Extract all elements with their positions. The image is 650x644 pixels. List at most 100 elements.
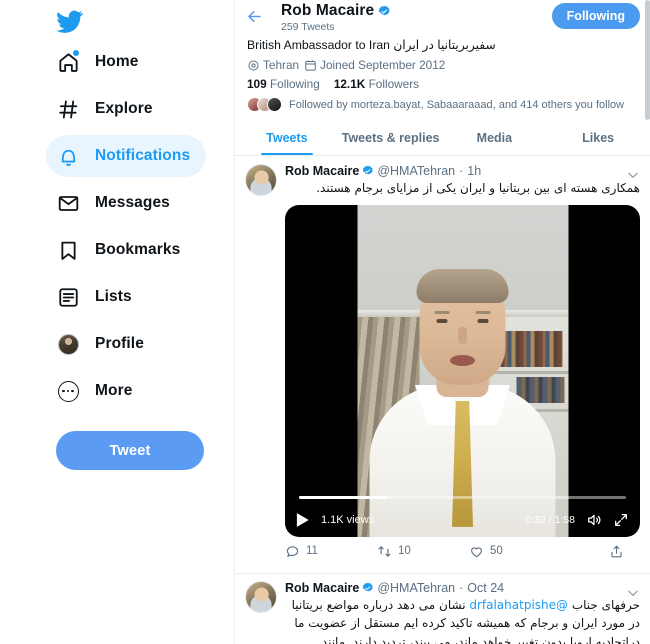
profile-header: Rob Macaire 259 Tweets Following <box>235 0 650 33</box>
sidebar-item-notifications[interactable]: Notifications <box>46 135 207 177</box>
video-frame <box>357 204 568 537</box>
tweet-body: Rob Macaire @HMATehran · Oct 24 حرفهای ج… <box>285 581 640 644</box>
reply-count: 11 <box>306 545 318 558</box>
home-icon <box>56 50 80 74</box>
main-column: Rob Macaire 259 Tweets Following British… <box>234 0 650 644</box>
followers-count: 12.1K <box>333 77 366 92</box>
bell-icon <box>56 144 80 168</box>
tweet-video-player[interactable]: 1.1K views 0:32 / 1:58 <box>285 204 640 537</box>
sidebar-item-explore[interactable]: Explore <box>46 88 169 130</box>
sidebar-item-label: Notifications <box>95 147 191 164</box>
tweet-header: Rob Macaire @HMATehran · 1h <box>285 164 640 178</box>
scrollbar-thumb[interactable] <box>645 0 650 120</box>
profile-joined: Joined September 2012 <box>304 58 445 72</box>
sidebar: Home Explore Notifications Messages Book… <box>0 0 234 644</box>
tweet-author-handle[interactable]: @HMATehran <box>377 581 455 595</box>
profile-tabs: Tweets Tweets & replies Media Likes <box>235 121 650 157</box>
sidebar-item-home[interactable]: Home <box>46 41 154 83</box>
tweet-body: Rob Macaire @HMATehran · 1h همکاری هسته … <box>285 164 640 567</box>
sidebar-nav: Home Explore Notifications Messages Book… <box>0 41 234 417</box>
sidebar-item-lists[interactable]: Lists <box>46 276 148 318</box>
video-timestamp: 0:32 / 1:58 <box>525 513 575 526</box>
sidebar-item-messages[interactable]: Messages <box>46 182 186 224</box>
following-stat[interactable]: 109 Following <box>247 77 320 91</box>
tweet-timestamp[interactable]: Oct 24 <box>467 581 504 595</box>
like-action[interactable]: 50 <box>469 544 561 559</box>
retweet-icon <box>378 546 391 557</box>
reply-action[interactable]: 11 <box>285 544 377 559</box>
followed-by-row[interactable]: Followed by morteza.bayat, Sabaaaraaad, … <box>247 97 638 113</box>
share-icon <box>611 545 622 558</box>
tweet-item[interactable]: Rob Macaire @HMATehran · 1h همکاری هسته … <box>235 156 650 567</box>
hashtag-icon <box>56 97 80 121</box>
sidebar-item-bookmarks[interactable]: Bookmarks <box>46 229 196 271</box>
sidebar-item-label: Explore <box>95 100 153 117</box>
list-icon <box>56 285 80 309</box>
followed-by-avatars <box>247 97 282 113</box>
tweet-button[interactable]: Tweet <box>56 431 204 470</box>
home-badge-dot <box>73 50 79 56</box>
tweet-actions: 11 10 50 <box>285 544 640 567</box>
tweet-author-name[interactable]: Rob Macaire <box>285 581 359 595</box>
joined-label: Joined September 2012 <box>320 58 446 73</box>
tab-tweets-replies[interactable]: Tweets & replies <box>339 121 443 155</box>
volume-icon[interactable] <box>586 512 602 528</box>
tweet-header: Rob Macaire @HMATehran · Oct 24 <box>285 581 640 595</box>
tab-media[interactable]: Media <box>443 121 547 155</box>
verified-badge-icon <box>379 5 390 16</box>
sidebar-item-label: Bookmarks <box>95 241 181 258</box>
back-arrow-icon[interactable] <box>245 7 267 29</box>
tab-likes[interactable]: Likes <box>546 121 650 155</box>
twitter-bird-logo[interactable] <box>0 6 83 41</box>
location-label: Tehran <box>263 58 300 73</box>
bookmark-icon <box>56 238 80 262</box>
avatar[interactable] <box>245 580 277 613</box>
video-progress-bar[interactable] <box>299 496 626 499</box>
video-controls: 1.1K views 0:32 / 1:58 <box>285 503 640 537</box>
tweet-count: 259 Tweets <box>281 20 335 33</box>
envelope-icon <box>56 191 80 215</box>
fullscreen-icon[interactable] <box>613 512 629 528</box>
sidebar-item-label: Profile <box>95 335 144 352</box>
verified-badge-icon <box>363 165 374 175</box>
calendar-icon <box>305 60 316 71</box>
like-count: 50 <box>490 545 503 558</box>
tweet-text: همکاری هسته ای بین بریتانیا و ایران یکی … <box>316 181 640 196</box>
tweet-author-name[interactable]: Rob Macaire <box>285 164 359 178</box>
tweet-item[interactable]: Rob Macaire @HMATehran · Oct 24 حرفهای ج… <box>235 572 650 644</box>
video-view-count: 1.1K views <box>321 513 375 526</box>
following-label: Following <box>269 77 320 92</box>
share-action[interactable] <box>609 544 624 559</box>
tweet-separator: · <box>459 164 464 179</box>
profile-bio: British Ambassador to Iran سفیربریتانیا … <box>247 36 638 54</box>
twitter-app: Home Explore Notifications Messages Book… <box>0 0 650 644</box>
more-dots-icon <box>56 379 80 403</box>
followers-stat[interactable]: 12.1K Followers <box>334 77 419 91</box>
profile-bio-block: British Ambassador to Iran سفیربریتانیا … <box>235 33 650 113</box>
retweet-action[interactable]: 10 <box>377 544 469 559</box>
avatar[interactable] <box>245 164 277 197</box>
avatar-icon <box>56 332 80 356</box>
sidebar-item-label: Lists <box>95 288 132 305</box>
sidebar-item-label: More <box>95 382 133 399</box>
profile-meta-row: Tehran Joined September 2012 <box>247 58 638 72</box>
scrollbar[interactable] <box>645 0 650 644</box>
reply-icon <box>286 546 299 557</box>
tweet-text: حرفهای جناب @drfalahatpishe نشان می دهد … <box>285 596 640 644</box>
following-button[interactable]: Following <box>551 3 640 29</box>
play-icon[interactable] <box>296 512 310 528</box>
sidebar-item-label: Messages <box>95 194 170 211</box>
sidebar-item-profile[interactable]: Profile <box>46 323 160 365</box>
chevron-down-icon[interactable] <box>626 168 640 182</box>
sidebar-item-more[interactable]: More <box>46 370 148 412</box>
tweet-mention[interactable]: @drfalahatpishe <box>469 598 568 612</box>
tweet-timestamp[interactable]: 1h <box>467 164 481 178</box>
retweet-count: 10 <box>398 545 411 558</box>
tweet-author-handle[interactable]: @HMATehran <box>377 164 455 178</box>
tweet-text-before: حرفهای جناب <box>568 597 640 612</box>
location-pin-icon <box>248 60 259 71</box>
page-title: Rob Macaire <box>281 1 375 19</box>
chevron-down-icon[interactable] <box>626 586 640 600</box>
tweet-separator: · <box>459 580 464 595</box>
tab-tweets[interactable]: Tweets <box>235 121 339 155</box>
